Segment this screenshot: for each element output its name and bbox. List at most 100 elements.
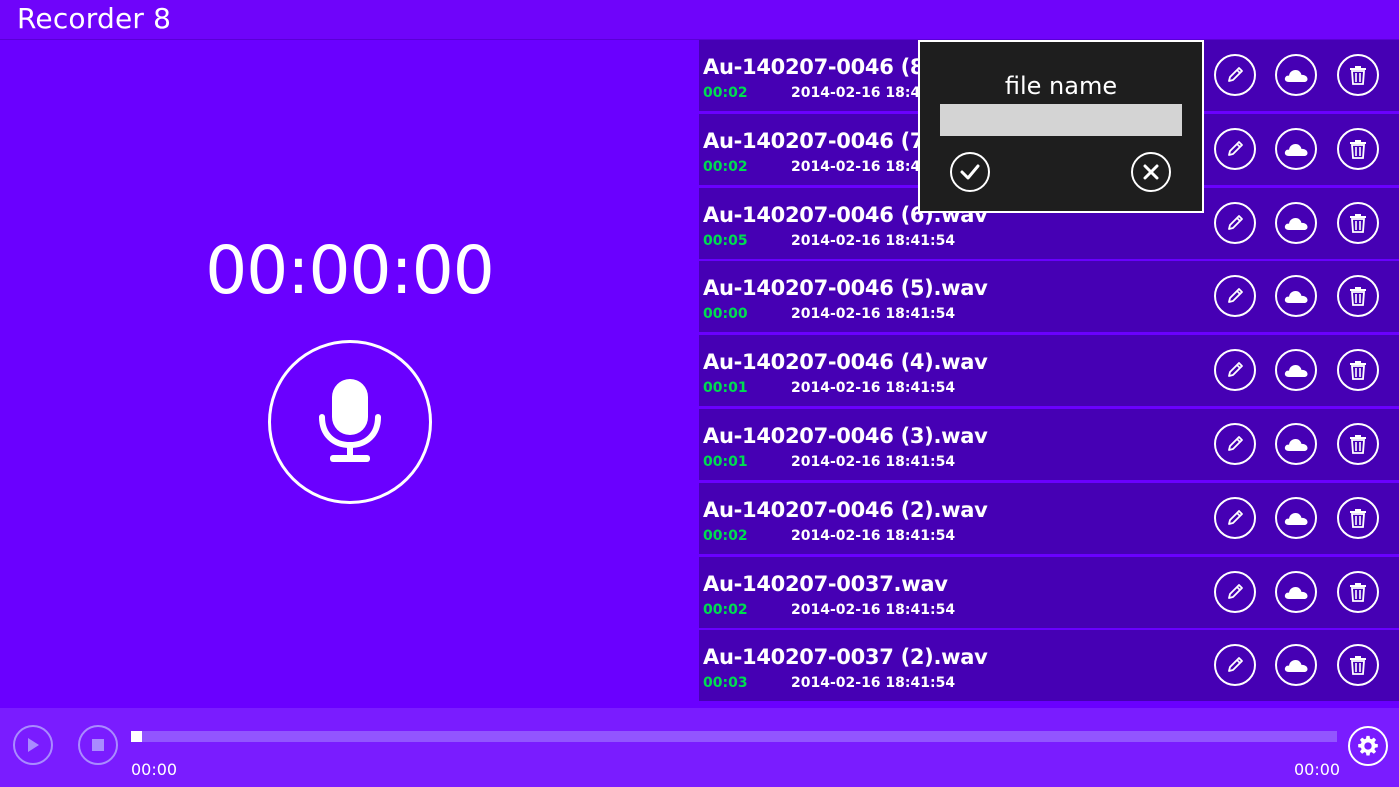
play-button[interactable] bbox=[13, 725, 53, 765]
dialog-title: file name bbox=[1004, 72, 1118, 100]
recording-date: 2014-02-16 18:41:54 bbox=[791, 306, 956, 323]
rename-button[interactable] bbox=[1214, 54, 1256, 96]
trash-icon bbox=[1350, 213, 1366, 233]
recording-duration: 00:02 bbox=[703, 601, 748, 618]
trash-icon bbox=[1350, 287, 1366, 307]
upload-cloud-button[interactable] bbox=[1275, 570, 1317, 613]
recording-name: Au-140207-0046 (5).wav bbox=[703, 276, 988, 301]
rename-dialog: file name bbox=[918, 40, 1204, 213]
recording-row[interactable]: Au-140207-0037 (2).wav 00:03 2014-02-16 18… bbox=[699, 630, 1399, 702]
playback-progress[interactable] bbox=[131, 731, 1337, 742]
rename-button[interactable] bbox=[1214, 201, 1256, 244]
recording-duration: 00:05 bbox=[703, 232, 748, 249]
cloud-icon bbox=[1284, 439, 1308, 451]
recording-duration: 00:02 bbox=[703, 85, 748, 101]
delete-button[interactable] bbox=[1337, 54, 1379, 96]
recording-duration: 00:03 bbox=[703, 675, 748, 692]
stop-button[interactable] bbox=[78, 725, 118, 765]
recording-date: 2014-02-16 18:41:54 bbox=[791, 675, 956, 692]
rename-button[interactable] bbox=[1214, 127, 1256, 170]
delete-button[interactable] bbox=[1337, 423, 1379, 465]
recording-duration: 00:02 bbox=[703, 158, 748, 175]
upload-cloud-button[interactable] bbox=[1275, 275, 1317, 318]
player-bar: 00:00 00:00 bbox=[0, 708, 1399, 787]
cloud-icon bbox=[1284, 217, 1308, 230]
confirm-button[interactable] bbox=[950, 152, 990, 192]
upload-cloud-button[interactable] bbox=[1275, 423, 1317, 465]
rename-button[interactable] bbox=[1214, 570, 1256, 613]
rename-button[interactable] bbox=[1214, 644, 1256, 687]
trash-icon bbox=[1350, 435, 1366, 454]
microphone-icon bbox=[319, 379, 381, 462]
delete-button[interactable] bbox=[1337, 644, 1379, 687]
delete-button[interactable] bbox=[1337, 349, 1379, 392]
recording-name: Au-140207-0037.wav bbox=[703, 571, 948, 596]
recording-date: 2014-02-16 18:41:54 bbox=[791, 380, 956, 397]
delete-button[interactable] bbox=[1337, 201, 1379, 244]
trash-icon bbox=[1350, 582, 1366, 602]
gear-icon bbox=[1358, 735, 1378, 756]
delete-button[interactable] bbox=[1337, 275, 1379, 318]
rename-button[interactable] bbox=[1214, 496, 1256, 539]
pencil-icon bbox=[1228, 362, 1243, 378]
recording-duration: 00:01 bbox=[703, 454, 748, 470]
title-bar: Recorder 8 bbox=[0, 0, 1399, 40]
pencil-icon bbox=[1228, 509, 1243, 525]
play-icon bbox=[28, 738, 39, 752]
pencil-icon bbox=[1228, 288, 1243, 304]
recording-timer: 00:00:00 bbox=[205, 232, 494, 309]
delete-button[interactable] bbox=[1337, 570, 1379, 613]
upload-cloud-button[interactable] bbox=[1275, 127, 1317, 170]
recording-date: 2014-02-16 18:41:54 bbox=[791, 527, 956, 544]
pencil-icon bbox=[1228, 214, 1243, 230]
pencil-icon bbox=[1228, 657, 1243, 673]
recording-date: 2014-02-16 18:41:54 bbox=[791, 232, 956, 249]
recording-date: 2014-02-16 18:41:54 bbox=[791, 601, 956, 618]
upload-cloud-button[interactable] bbox=[1275, 54, 1317, 96]
trash-icon bbox=[1350, 139, 1366, 159]
rename-button[interactable] bbox=[1214, 349, 1256, 392]
cancel-button[interactable] bbox=[1131, 152, 1171, 192]
recording-row[interactable]: Au-140207-0046 (5).wav 00:00 2014-02-16 18… bbox=[699, 261, 1399, 333]
cloud-icon bbox=[1284, 586, 1308, 599]
cloud-icon bbox=[1284, 291, 1308, 304]
rename-button[interactable] bbox=[1214, 275, 1256, 318]
settings-button[interactable] bbox=[1348, 726, 1388, 766]
recording-row[interactable]: Au-140207-0037.wav 00:02 2014-02-16 18:41:… bbox=[699, 556, 1399, 628]
cloud-icon bbox=[1284, 70, 1308, 82]
cloud-icon bbox=[1284, 365, 1308, 378]
close-icon bbox=[1143, 164, 1159, 180]
recording-row[interactable]: Au-140207-0046 (3).wav 00:01 2014-02-16 18… bbox=[699, 409, 1399, 480]
trash-icon bbox=[1350, 656, 1366, 676]
cloud-icon bbox=[1284, 660, 1308, 673]
recording-row[interactable]: Au-140207-0046 (2).wav 00:02 2014-02-16 18… bbox=[699, 482, 1399, 554]
current-time: 00:00 bbox=[131, 760, 178, 779]
file-name-input[interactable] bbox=[940, 104, 1182, 136]
recording-duration: 00:00 bbox=[703, 306, 748, 323]
cloud-icon bbox=[1284, 512, 1308, 525]
trash-icon bbox=[1350, 66, 1366, 85]
pencil-icon bbox=[1228, 67, 1243, 82]
pencil-icon bbox=[1228, 436, 1243, 451]
recording-row[interactable]: Au-140207-0046 (4).wav 00:01 2014-02-16 18… bbox=[699, 335, 1399, 407]
delete-button[interactable] bbox=[1337, 127, 1379, 170]
delete-button[interactable] bbox=[1337, 496, 1379, 539]
recording-duration: 00:02 bbox=[703, 527, 748, 544]
trash-icon bbox=[1350, 361, 1366, 381]
recording-date: 2014-02-16 18:41:54 bbox=[791, 454, 956, 470]
rename-button[interactable] bbox=[1214, 423, 1256, 465]
recording-duration: 00:01 bbox=[703, 380, 748, 397]
recording-name: Au-140207-0037 (2).wav bbox=[703, 645, 988, 670]
trash-icon bbox=[1350, 508, 1366, 528]
progress-thumb[interactable] bbox=[131, 731, 142, 742]
app-title: Recorder 8 bbox=[17, 2, 172, 35]
upload-cloud-button[interactable] bbox=[1275, 349, 1317, 392]
recording-name: Au-140207-0046 (4).wav bbox=[703, 350, 988, 375]
total-time: 00:00 bbox=[1294, 760, 1341, 779]
checkmark-icon bbox=[960, 164, 980, 180]
upload-cloud-button[interactable] bbox=[1275, 644, 1317, 687]
recording-name: Au-140207-0046 (2).wav bbox=[703, 497, 988, 522]
upload-cloud-button[interactable] bbox=[1275, 201, 1317, 244]
record-button[interactable] bbox=[268, 340, 432, 504]
upload-cloud-button[interactable] bbox=[1275, 496, 1317, 539]
